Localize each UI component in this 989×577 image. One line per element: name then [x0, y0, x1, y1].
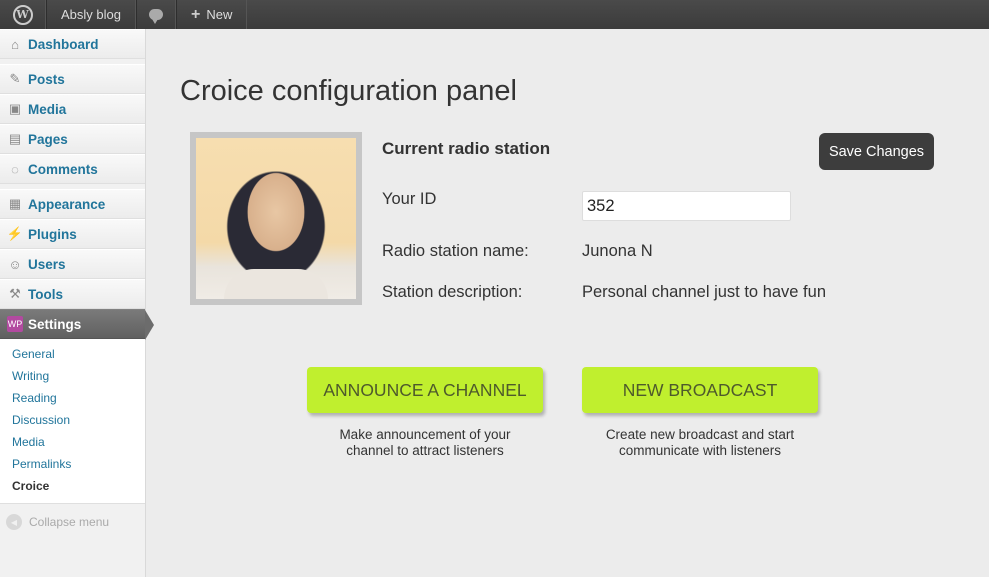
sidebar-item-pages[interactable]: ▤ Pages — [0, 124, 145, 154]
sidebar-item-posts[interactable]: ✎ Posts — [0, 64, 145, 94]
tools-icon: ⚒ — [9, 286, 21, 301]
new-broadcast-button[interactable]: NEW BROADCAST — [582, 367, 818, 413]
sidebar-item-label: Dashboard — [28, 36, 99, 52]
id-input[interactable] — [582, 191, 791, 221]
wordpress-logo-icon: W — [12, 4, 33, 25]
site-name-label: Absly blog — [61, 7, 121, 22]
collapse-arrow-icon: ◀ — [6, 514, 22, 530]
sidebar-item-appearance[interactable]: ▦ Appearance — [0, 189, 145, 219]
home-icon: ⌂ — [11, 36, 19, 52]
comment-bubble-icon — [148, 9, 163, 24]
submenu-item-reading[interactable]: Reading — [0, 387, 145, 409]
station-description-label: Station description: — [382, 283, 523, 301]
sidebar-item-label: Comments — [28, 161, 98, 177]
submenu-item-croice[interactable]: Croice — [0, 475, 145, 497]
announce-description: Make announcement of your channel to att… — [307, 427, 543, 459]
admin-sidebar: ⌂ Dashboard ✎ Posts ▣ Media ▤ Pages ◌ Co… — [0, 29, 154, 577]
comments-button[interactable] — [135, 0, 176, 29]
media-icon: ▣ — [8, 101, 22, 116]
section-label: Current radio station — [382, 139, 551, 158]
new-content-button[interactable]: + New — [175, 0, 248, 29]
users-icon: ☺ — [8, 256, 22, 272]
station-description-value: Personal channel just to have fun — [582, 283, 826, 301]
settings-icon: WP — [7, 316, 23, 332]
sidebar-item-label: Posts — [28, 71, 65, 87]
site-name-link[interactable]: Absly blog — [46, 0, 136, 29]
submenu-item-discussion[interactable]: Discussion — [0, 409, 145, 431]
sidebar-item-tools[interactable]: ⚒ Tools — [0, 279, 145, 309]
sidebar-item-comments[interactable]: ◌ Comments — [0, 154, 145, 184]
sidebar-item-label: Appearance — [28, 196, 106, 212]
save-changes-button[interactable]: Save Changes — [819, 133, 934, 170]
sidebar-item-label: Settings — [28, 316, 82, 332]
comments-icon: ◌ — [11, 161, 19, 177]
sidebar-item-settings[interactable]: WP Settings — [0, 309, 154, 340]
wordpress-logo-button[interactable]: W — [0, 0, 46, 29]
broadcast-description-line-1: Create new broadcast and start — [605, 427, 795, 442]
pages-icon: ▤ — [8, 131, 22, 146]
id-label: Your ID — [382, 190, 437, 208]
submenu-item-media[interactable]: Media — [0, 431, 145, 453]
sidebar-item-dashboard[interactable]: ⌂ Dashboard — [0, 29, 145, 59]
plus-icon: + — [190, 5, 201, 23]
announce-description-line-1: Make announcement of your — [339, 427, 511, 442]
sidebar-item-label: Pages — [28, 131, 68, 147]
page-title: Croice configuration panel — [180, 75, 517, 107]
announce-description-line-2: channel to attract listeners — [346, 443, 504, 458]
station-name-label: Radio station name: — [382, 242, 529, 260]
submenu-item-general[interactable]: General — [0, 343, 145, 365]
appearance-icon: ▦ — [8, 196, 22, 211]
announce-channel-button[interactable]: ANNOUNCE A CHANNEL — [307, 367, 543, 413]
main-content: Croice configuration panel Current radio… — [147, 29, 989, 577]
collapse-menu-button[interactable]: ◀ Collapse menu — [0, 504, 145, 530]
sidebar-item-users[interactable]: ☺ Users — [0, 249, 145, 279]
submenu-item-writing[interactable]: Writing — [0, 365, 145, 387]
new-label: New — [206, 7, 233, 22]
broadcast-description-line-2: communicate with listeners — [618, 443, 782, 458]
settings-submenu: General Writing Reading Discussion Media… — [0, 339, 145, 504]
admin-bar: W Absly blog + New — [0, 0, 989, 29]
sidebar-item-label: Users — [28, 256, 66, 272]
sidebar-item-label: Media — [28, 101, 67, 117]
station-avatar-frame — [190, 132, 362, 305]
submenu-item-permalinks[interactable]: Permalinks — [0, 453, 145, 475]
sidebar-item-label: Tools — [28, 286, 63, 302]
collapse-menu-label: Collapse menu — [29, 515, 110, 529]
station-name-value: Junona N — [582, 242, 653, 260]
sidebar-item-plugins[interactable]: ⚡ Plugins — [0, 219, 145, 249]
pin-icon: ✎ — [9, 71, 21, 86]
avatar-shirt — [224, 269, 328, 299]
plugins-icon: ⚡ — [6, 226, 24, 241]
broadcast-description: Create new broadcast and start communica… — [582, 427, 818, 459]
sidebar-item-media[interactable]: ▣ Media — [0, 94, 145, 124]
sidebar-item-label: Plugins — [28, 226, 77, 242]
station-avatar — [196, 138, 356, 299]
